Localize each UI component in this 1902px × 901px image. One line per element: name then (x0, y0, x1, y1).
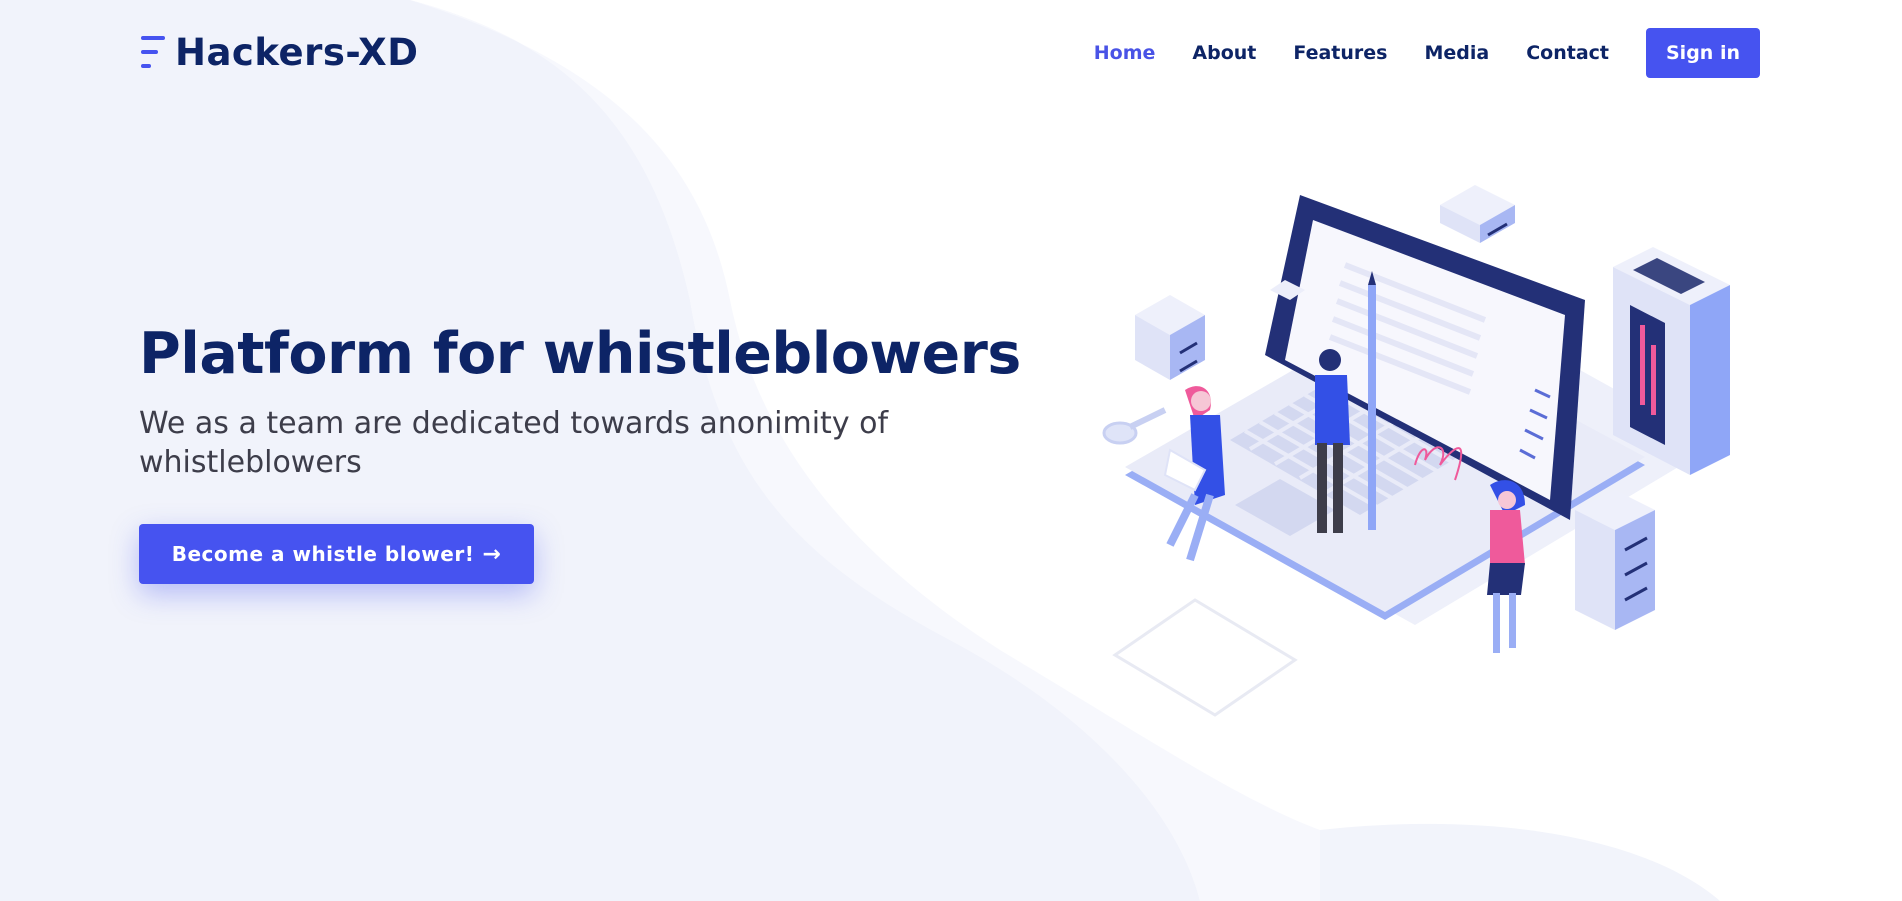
person-sitting-with-laptop (1163, 386, 1225, 562)
nav-link-features[interactable]: Features (1293, 42, 1387, 64)
hero-illustration (1102, 185, 1730, 717)
become-whistle-blower-button[interactable]: Become a whistle blower! → (139, 524, 534, 584)
server-top (1440, 185, 1515, 243)
hero-section: Platform for whistleblowers We as a team… (139, 318, 1021, 584)
menu-lines-icon (141, 36, 165, 68)
hero-title: Platform for whistleblowers (139, 321, 1021, 387)
server-stack-left (1135, 295, 1205, 380)
site-header: Hackers-XD Home About Features Media Con… (0, 0, 1902, 106)
key-graphic (1102, 407, 1167, 445)
sign-in-button[interactable]: Sign in (1646, 28, 1760, 78)
arrow-right-icon: → (482, 541, 502, 567)
brand-logo[interactable]: Hackers-XD (139, 30, 418, 74)
server-stack-right (1575, 490, 1655, 630)
brand-name: Hackers-XD (175, 30, 419, 74)
nav-link-about[interactable]: About (1192, 42, 1256, 64)
nav-link-home[interactable]: Home (1094, 42, 1156, 64)
main-nav: Home About Features Media Contact Sign i… (1094, 28, 1902, 78)
landing-page: Hackers-XD Home About Features Media Con… (0, 0, 1902, 901)
server-tower-right (1613, 247, 1730, 475)
cta-label: Become a whistle blower! (171, 542, 475, 566)
hero-subtitle: We as a team are dedicated towards anoni… (139, 406, 889, 480)
floor-tile-outline (1112, 598, 1298, 717)
nav-link-media[interactable]: Media (1424, 42, 1489, 64)
nav-link-contact[interactable]: Contact (1526, 42, 1609, 64)
